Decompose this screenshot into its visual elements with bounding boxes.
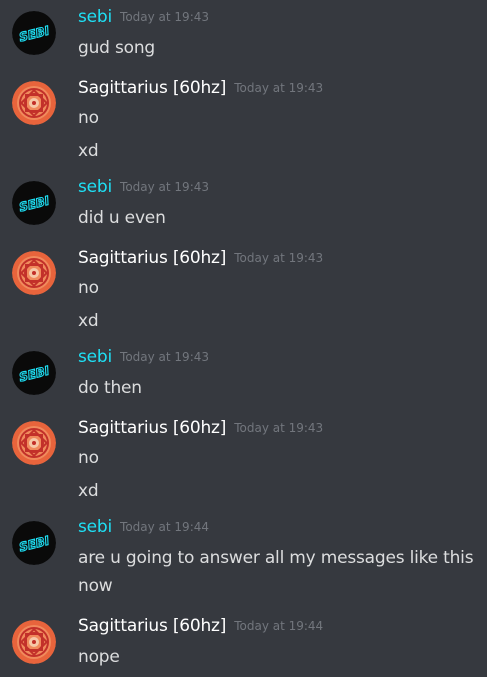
message-text: no [78,448,99,468]
author-name[interactable]: Sagittarius [60hz] [78,248,226,268]
avatar-sebi[interactable]: SEBI [12,181,56,225]
message-text: did u even [78,208,166,228]
message-header: sebi Today at 19:44 [78,516,209,538]
author-name[interactable]: sebi [78,177,112,197]
timestamp[interactable]: Today at 19:43 [120,350,209,364]
timestamp[interactable]: Today at 19:44 [120,520,209,534]
timestamp[interactable]: Today at 19:43 [120,10,209,24]
message-header: sebi Today at 19:43 [78,176,209,198]
timestamp[interactable]: Today at 19:43 [234,421,323,435]
message-text: gud song [78,38,155,58]
message-header: sebi Today at 19:43 [78,346,209,368]
message-text: no [78,108,99,128]
message-text: are u going to answer all my messages li… [78,548,474,568]
message-header: Sagittarius [60hz] Today at 19:43 [78,77,323,99]
mandala-icon [12,421,56,465]
mandala-icon [12,251,56,295]
timestamp[interactable]: Today at 19:43 [120,180,209,194]
mandala-icon [12,81,56,125]
message-header: Sagittarius [60hz] Today at 19:43 [78,247,323,269]
author-name[interactable]: Sagittarius [60hz] [78,78,226,98]
author-name[interactable]: Sagittarius [60hz] [78,616,226,636]
sebi-avatar-icon: SEBI [12,11,56,55]
avatar-sebi[interactable]: SEBI [12,521,56,565]
message-header: Sagittarius [60hz] Today at 19:43 [78,417,323,439]
mandala-icon [12,620,56,664]
message-text: nope [78,647,120,667]
sebi-avatar-icon: SEBI [12,351,56,395]
avatar-sagittarius[interactable] [12,251,56,295]
avatar-sagittarius[interactable] [12,620,56,664]
timestamp[interactable]: Today at 19:44 [234,619,323,633]
avatar-sagittarius[interactable] [12,421,56,465]
message-header: sebi Today at 19:43 [78,6,209,28]
avatar-sebi[interactable]: SEBI [12,11,56,55]
message-text: no [78,278,99,298]
author-name[interactable]: sebi [78,517,112,537]
message-header: Sagittarius [60hz] Today at 19:44 [78,615,323,637]
avatar-sagittarius[interactable] [12,81,56,125]
timestamp[interactable]: Today at 19:43 [234,251,323,265]
message-text: do then [78,378,142,398]
message-text: now [78,576,113,596]
message-text: xd [78,141,99,161]
message-text: xd [78,481,99,501]
author-name[interactable]: Sagittarius [60hz] [78,418,226,438]
author-name[interactable]: sebi [78,7,112,27]
timestamp[interactable]: Today at 19:43 [234,81,323,95]
author-name[interactable]: sebi [78,347,112,367]
sebi-avatar-icon: SEBI [12,521,56,565]
avatar-sebi[interactable]: SEBI [12,351,56,395]
message-text: xd [78,311,99,331]
sebi-avatar-icon: SEBI [12,181,56,225]
